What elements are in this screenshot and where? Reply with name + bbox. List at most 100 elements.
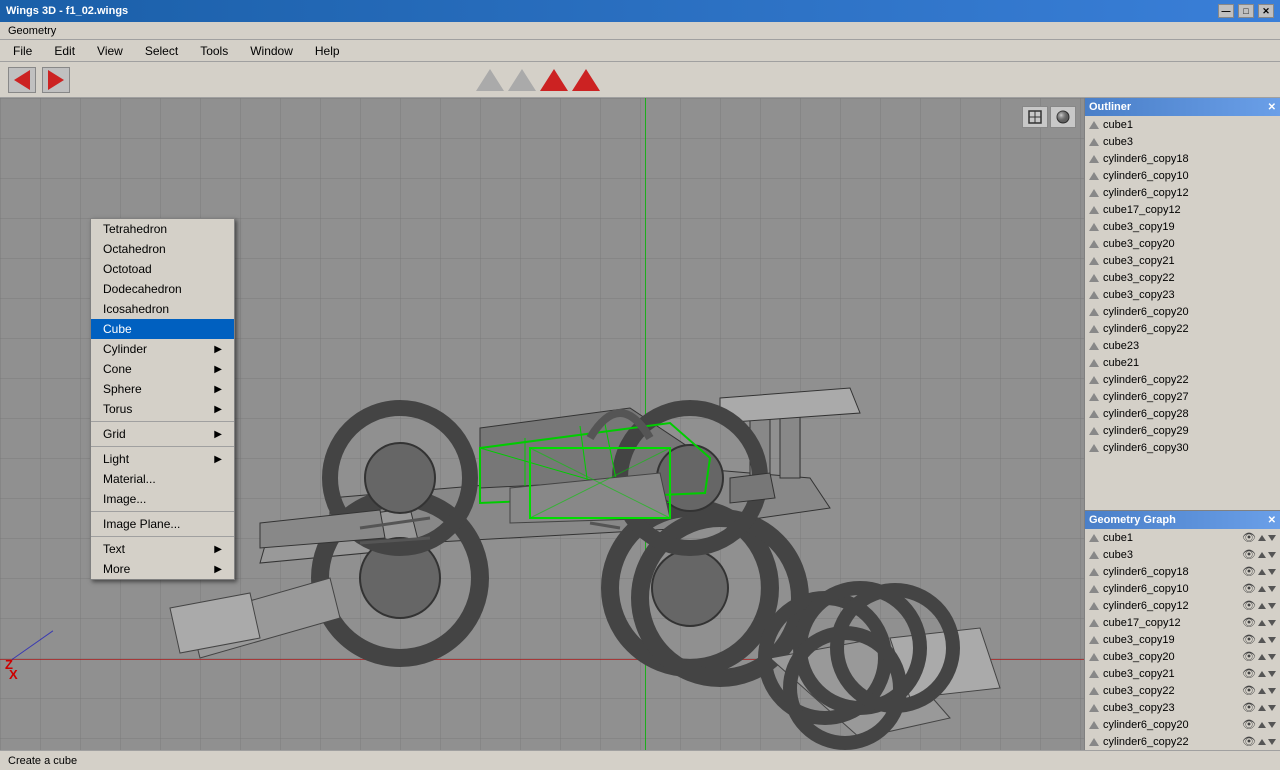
geo-up-arrow[interactable] — [1258, 671, 1266, 677]
geo-eye-icon[interactable]: 👁 — [1242, 548, 1256, 561]
prev-button[interactable] — [8, 67, 36, 93]
geo-eye-icon[interactable]: 👁 — [1242, 616, 1256, 629]
outliner-item[interactable]: cylinder6_copy28 — [1085, 405, 1280, 422]
ctx-cone[interactable]: Cone ▶ — [91, 359, 234, 379]
geograph-item[interactable]: cylinder6_copy10 👁 — [1085, 580, 1280, 597]
ctx-light[interactable]: Light ▶ — [91, 449, 234, 469]
viewport[interactable]: Z X — [0, 98, 1084, 750]
ctx-material[interactable]: Material... — [91, 469, 234, 489]
geo-down-arrow[interactable] — [1268, 586, 1276, 592]
geo-eye-icon[interactable]: 👁 — [1242, 599, 1256, 612]
geograph-item[interactable]: cube3_copy23 👁 — [1085, 699, 1280, 716]
menu-edit[interactable]: Edit — [45, 41, 84, 61]
geo-down-arrow[interactable] — [1268, 739, 1276, 745]
geo-down-arrow[interactable] — [1268, 671, 1276, 677]
geograph-item[interactable]: cube1 👁 — [1085, 529, 1280, 546]
minimize-button[interactable]: — — [1218, 4, 1234, 18]
ctx-image[interactable]: Image... — [91, 489, 234, 509]
geo-down-arrow[interactable] — [1268, 705, 1276, 711]
ctx-sphere[interactable]: Sphere ▶ — [91, 379, 234, 399]
outliner-item[interactable]: cube3_copy19 — [1085, 218, 1280, 235]
ctx-octotoad[interactable]: Octotoad — [91, 259, 234, 279]
outliner-item[interactable]: cylinder6_copy22 — [1085, 371, 1280, 388]
geograph-item[interactable]: cube3_copy19 👁 — [1085, 631, 1280, 648]
outliner-item[interactable]: cylinder6_copy10 — [1085, 167, 1280, 184]
geograph-item[interactable]: cube3_copy21 👁 — [1085, 665, 1280, 682]
menu-file[interactable]: File — [4, 41, 41, 61]
geo-up-arrow[interactable] — [1258, 586, 1266, 592]
geo-down-arrow[interactable] — [1268, 552, 1276, 558]
tri-nav-1[interactable] — [476, 69, 504, 91]
geo-up-arrow[interactable] — [1258, 569, 1266, 575]
geo-eye-icon[interactable]: 👁 — [1242, 718, 1256, 731]
maximize-button[interactable]: □ — [1238, 4, 1254, 18]
outliner-item[interactable]: cube23 — [1085, 337, 1280, 354]
geograph-item[interactable]: cube17_copy12 👁 — [1085, 614, 1280, 631]
geograph-item[interactable]: cube3 👁 — [1085, 546, 1280, 563]
ctx-more[interactable]: More ▶ — [91, 559, 234, 579]
geo-eye-icon[interactable]: 👁 — [1242, 701, 1256, 714]
outliner-item[interactable]: cylinder6_copy27 — [1085, 388, 1280, 405]
geograph-item[interactable]: cylinder6_copy20 👁 — [1085, 716, 1280, 733]
geograph-item[interactable]: cylinder6_copy18 👁 — [1085, 563, 1280, 580]
geo-down-arrow[interactable] — [1268, 569, 1276, 575]
geo-up-arrow[interactable] — [1258, 535, 1266, 541]
tri-nav-2[interactable] — [508, 69, 536, 91]
menu-view[interactable]: View — [88, 41, 132, 61]
geo-eye-icon[interactable]: 👁 — [1242, 667, 1256, 680]
view-shaded-button[interactable] — [1050, 106, 1076, 128]
geo-up-arrow[interactable] — [1258, 552, 1266, 558]
outliner-item[interactable]: cube17_copy12 — [1085, 201, 1280, 218]
ctx-cylinder[interactable]: Cylinder ▶ — [91, 339, 234, 359]
outliner-close-button[interactable]: ✕ — [1268, 102, 1276, 113]
outliner-item[interactable]: cylinder6_copy29 — [1085, 422, 1280, 439]
ctx-dodecahedron[interactable]: Dodecahedron — [91, 279, 234, 299]
geo-up-arrow[interactable] — [1258, 637, 1266, 643]
outliner-item[interactable]: cube3_copy23 — [1085, 286, 1280, 303]
geo-up-arrow[interactable] — [1258, 722, 1266, 728]
outliner-item[interactable]: cylinder6_copy12 — [1085, 184, 1280, 201]
tri-nav-3[interactable] — [540, 69, 568, 91]
ctx-cube[interactable]: Cube — [91, 319, 234, 339]
menu-tools[interactable]: Tools — [191, 41, 237, 61]
ctx-text[interactable]: Text ▶ — [91, 539, 234, 559]
geo-up-arrow[interactable] — [1258, 654, 1266, 660]
ctx-octahedron[interactable]: Octahedron — [91, 239, 234, 259]
view-wireframe-button[interactable] — [1022, 106, 1048, 128]
geo-up-arrow[interactable] — [1258, 620, 1266, 626]
tri-nav-4[interactable] — [572, 69, 600, 91]
outliner-item[interactable]: cylinder6_copy20 — [1085, 303, 1280, 320]
outliner-item[interactable]: cube21 — [1085, 354, 1280, 371]
outliner-item[interactable]: cube3_copy22 — [1085, 269, 1280, 286]
geo-eye-icon[interactable]: 👁 — [1242, 650, 1256, 663]
geograph-item[interactable]: cylinder6_copy22 👁 — [1085, 733, 1280, 750]
geograph-item[interactable]: cube3_copy22 👁 — [1085, 682, 1280, 699]
geograph-item[interactable]: cylinder6_copy12 👁 — [1085, 597, 1280, 614]
geo-up-arrow[interactable] — [1258, 688, 1266, 694]
ctx-grid[interactable]: Grid ▶ — [91, 424, 234, 444]
outliner-item[interactable]: cube3 — [1085, 133, 1280, 150]
next-button[interactable] — [42, 67, 70, 93]
geo-up-arrow[interactable] — [1258, 705, 1266, 711]
ctx-image-plane[interactable]: Image Plane... — [91, 514, 234, 534]
geo-eye-icon[interactable]: 👁 — [1242, 531, 1256, 544]
geo-down-arrow[interactable] — [1268, 603, 1276, 609]
outliner-item[interactable]: cylinder6_copy18 — [1085, 150, 1280, 167]
menu-select[interactable]: Select — [136, 41, 187, 61]
geo-down-arrow[interactable] — [1268, 654, 1276, 660]
geo-eye-icon[interactable]: 👁 — [1242, 735, 1256, 748]
geograph-item[interactable]: cube3_copy20 👁 — [1085, 648, 1280, 665]
geo-down-arrow[interactable] — [1268, 722, 1276, 728]
outliner-item[interactable]: cylinder6_copy30 — [1085, 439, 1280, 456]
geo-up-arrow[interactable] — [1258, 603, 1266, 609]
ctx-tetrahedron[interactable]: Tetrahedron — [91, 219, 234, 239]
menu-help[interactable]: Help — [306, 41, 349, 61]
geograph-close-button[interactable]: ✕ — [1268, 515, 1276, 526]
outliner-item[interactable]: cube3_copy20 — [1085, 235, 1280, 252]
geo-down-arrow[interactable] — [1268, 688, 1276, 694]
geo-eye-icon[interactable]: 👁 — [1242, 633, 1256, 646]
geo-down-arrow[interactable] — [1268, 535, 1276, 541]
geo-down-arrow[interactable] — [1268, 637, 1276, 643]
geo-up-arrow[interactable] — [1258, 739, 1266, 745]
outliner-item[interactable]: cube3_copy21 — [1085, 252, 1280, 269]
